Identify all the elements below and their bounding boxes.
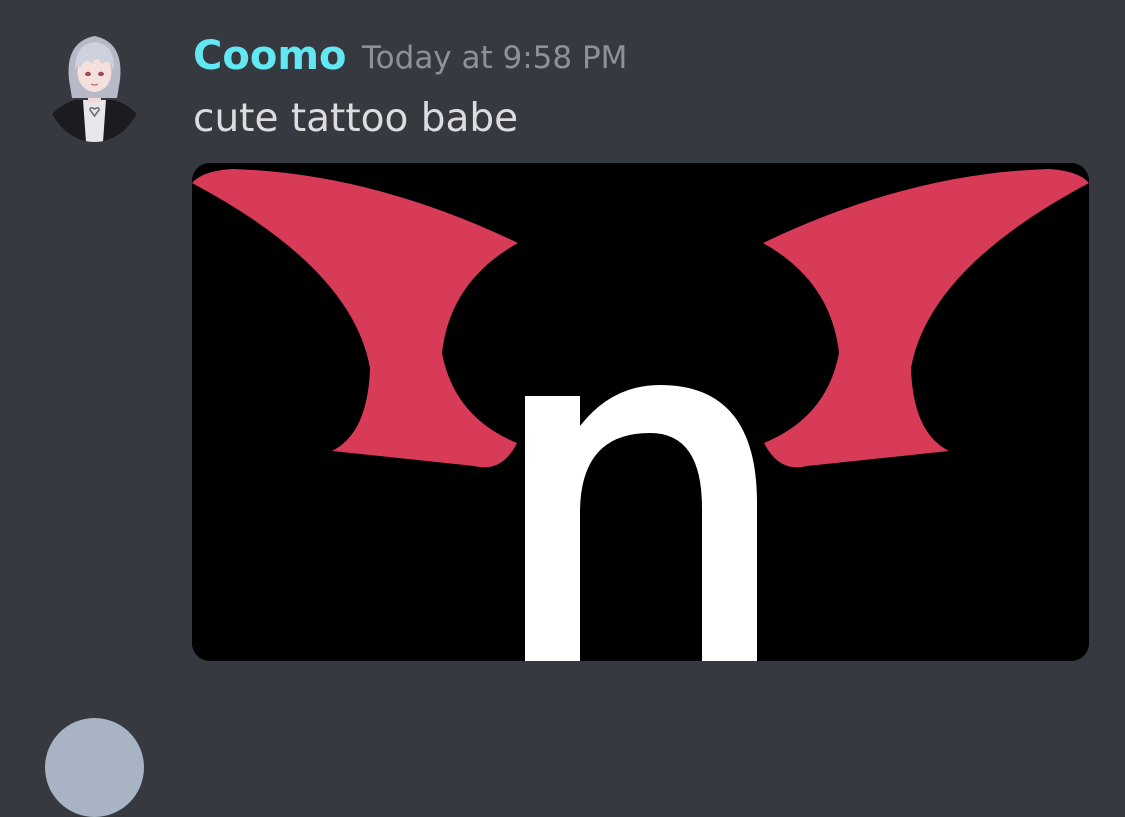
anime-character-avatar-icon — [45, 24, 144, 142]
image-attachment[interactable] — [192, 163, 1089, 661]
chat-message: Coomo Today at 9:58 PM cute tattoo babe — [0, 0, 1125, 700]
next-message-avatar[interactable] — [45, 718, 144, 817]
bat-wings-logo-image — [192, 163, 1089, 661]
user-avatar[interactable] — [45, 24, 144, 142]
message-text: cute tattoo babe — [193, 96, 519, 141]
message-timestamp: Today at 9:58 PM — [362, 40, 628, 76]
username[interactable]: Coomo — [193, 30, 346, 82]
